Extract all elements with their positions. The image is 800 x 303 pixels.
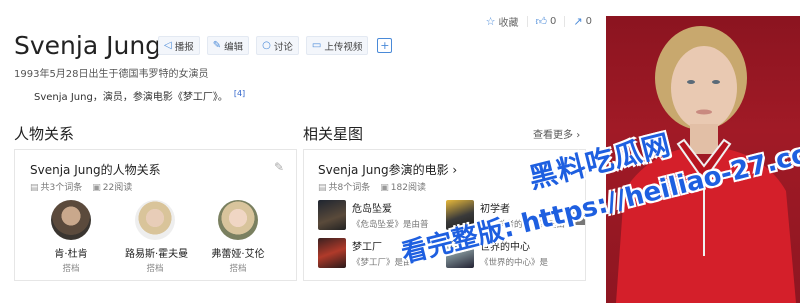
summary: Svenja Jung，演员，参演电影《梦工厂》。 [4] bbox=[34, 88, 245, 103]
thumbs-up-icon: 👍︎ bbox=[535, 15, 548, 28]
relations-entries: 共3个词条 bbox=[40, 183, 83, 193]
person-item[interactable]: 肯·杜肯 搭档 bbox=[41, 200, 101, 274]
share-icon: ↗ bbox=[573, 15, 583, 28]
page-actions: ☆ 收藏 👍︎ 0 ↗ 0 bbox=[478, 14, 600, 29]
avatar bbox=[51, 200, 91, 240]
reads-icon: ▣ bbox=[380, 183, 389, 193]
movie-title: 危岛坠爱 bbox=[352, 204, 392, 215]
person-role: 搭档 bbox=[229, 264, 247, 274]
movie-item[interactable]: 危岛坠爱 《危岛坠爱》是由普 bbox=[318, 200, 429, 230]
chevron-right-icon: › bbox=[452, 163, 458, 177]
avatar bbox=[135, 200, 175, 240]
movie-desc: 《世界的中心》是 bbox=[480, 258, 549, 268]
view-more-link[interactable]: 查看更多 › bbox=[533, 126, 580, 141]
upload-video-label: 上传视频 bbox=[324, 41, 363, 53]
page-title: Svenja Jung bbox=[14, 31, 162, 60]
like-button[interactable]: 👍︎ 0 bbox=[526, 15, 565, 28]
broadcast-button[interactable]: ◁ 播报 bbox=[158, 36, 200, 55]
relations-card: Svenja Jung的人物关系 ✎ ▤ 共3个词条 ▣ 22阅读 肯·杜肯 搭档 … bbox=[14, 149, 297, 281]
video-icon: ▭ bbox=[311, 39, 322, 51]
avatar bbox=[218, 200, 258, 240]
upload-video-button[interactable]: ▭ 上传视频 bbox=[305, 36, 369, 55]
view-more-label: 查看更多 bbox=[533, 130, 573, 141]
stars-card-title[interactable]: Svenja Jung参演的电影 › bbox=[318, 161, 457, 178]
share-count: 0 bbox=[585, 16, 592, 27]
person-item[interactable]: 弗蕾娅·艾伦 搭档 bbox=[208, 200, 268, 274]
movie-desc: 《危岛坠爱》是由普 bbox=[352, 220, 429, 230]
person-name: 路易斯·霍夫曼 bbox=[125, 249, 189, 260]
stars-reads: 182阅读 bbox=[390, 183, 426, 193]
discuss-button[interactable]: ○ 讨论 bbox=[256, 36, 299, 55]
person-role: 搭档 bbox=[62, 264, 80, 274]
star-icon: ☆ bbox=[485, 15, 496, 28]
comment-icon: ○ bbox=[262, 39, 271, 51]
entries-icon: ▤ bbox=[318, 183, 327, 193]
favorite-button[interactable]: ☆ 收藏 bbox=[478, 14, 527, 29]
stars-heading: 相关星图 bbox=[303, 125, 364, 143]
movie-poster bbox=[318, 238, 346, 268]
person-role: 搭档 bbox=[146, 264, 164, 274]
relations-reads: 22阅读 bbox=[102, 183, 133, 193]
person-name: 弗蕾娅·艾伦 bbox=[211, 249, 265, 260]
favorite-label: 收藏 bbox=[498, 18, 519, 29]
movie-poster bbox=[318, 200, 346, 230]
subtitle: 1993年5月28日出生于德国韦罗特的女演员 bbox=[14, 69, 209, 80]
person-name: 肯·杜肯 bbox=[54, 249, 88, 260]
chevron-right-icon: › bbox=[576, 130, 581, 141]
like-count: 0 bbox=[550, 16, 557, 27]
edit-label: 编辑 bbox=[224, 41, 244, 53]
discuss-label: 讨论 bbox=[273, 41, 293, 53]
relations-heading: 人物关系 bbox=[14, 125, 75, 143]
broadcast-label: 播报 bbox=[174, 41, 194, 53]
share-button[interactable]: ↗ 0 bbox=[564, 16, 600, 27]
stars-meta: ▤ 共8个词条 ▣ 182阅读 bbox=[318, 180, 426, 193]
pencil-icon: ✎ bbox=[212, 39, 222, 51]
summary-text: Svenja Jung，演员，参演电影《梦工厂》。 bbox=[34, 92, 228, 103]
reference-link[interactable]: [4] bbox=[234, 89, 245, 98]
edit-button[interactable]: ✎ 编辑 bbox=[206, 36, 250, 55]
stars-entries: 共8个词条 bbox=[328, 183, 371, 193]
speaker-icon: ◁ bbox=[164, 39, 172, 51]
entries-icon: ▤ bbox=[30, 183, 39, 193]
reads-icon: ▣ bbox=[92, 183, 101, 193]
edit-icon[interactable]: ✎ bbox=[274, 160, 284, 174]
stars-card-title-text: Svenja Jung参演的电影 bbox=[318, 163, 449, 177]
person-item[interactable]: 路易斯·霍夫曼 搭档 bbox=[125, 200, 189, 274]
relations-card-title[interactable]: Svenja Jung的人物关系 bbox=[30, 161, 161, 178]
add-button[interactable]: + bbox=[377, 38, 393, 53]
movie-item[interactable]: 梦工厂 《梦工厂》是由 bbox=[318, 238, 412, 268]
relations-meta: ▤ 共3个词条 ▣ 22阅读 bbox=[30, 180, 132, 193]
title-toolbar: ◁ 播报 ✎ 编辑 ○ 讨论 ▭ 上传视频 + bbox=[158, 36, 393, 55]
